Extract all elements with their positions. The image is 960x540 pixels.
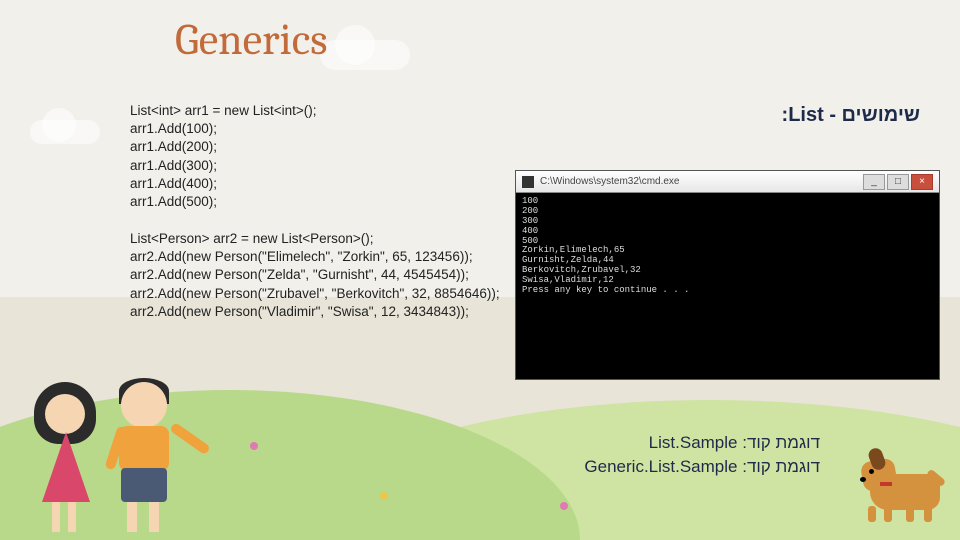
sample-line-1: דוגמת קוד: List.Sample [584, 431, 820, 456]
sample-2-name: Generic.List.Sample [584, 457, 737, 476]
sample-1-name: List.Sample [649, 433, 738, 452]
usages-heading: שימושים - List: [782, 104, 920, 127]
cloud-decoration [30, 120, 100, 144]
console-output: 100 200 300 400 500 Zorkin,Elimelech,65 … [516, 193, 939, 300]
slide: Generics List<int> arr1 = new List<int>(… [0, 0, 960, 540]
console-icon [522, 176, 534, 188]
cloud-decoration [320, 40, 410, 70]
code-block-person-list: List<Person> arr2 = new List<Person>(); … [130, 230, 500, 321]
girl-character [30, 382, 100, 532]
console-title: C:\Windows\system32\cmd.exe [540, 176, 680, 187]
flower-decoration [250, 442, 258, 450]
sample-2-label-he: דוגמת קוד: [742, 457, 820, 476]
dog-illustration [838, 432, 948, 522]
slide-title: Generics [175, 14, 327, 65]
minimize-button[interactable]: _ [863, 174, 885, 190]
sample-links: דוגמת קוד: List.Sample דוגמת קוד: Generi… [584, 431, 820, 480]
flower-decoration [380, 492, 388, 500]
maximize-button[interactable]: □ [887, 174, 909, 190]
boy-character [105, 372, 185, 532]
flower-decoration [560, 502, 568, 510]
console-window: C:\Windows\system32\cmd.exe _ □ × 100 20… [515, 170, 940, 380]
console-titlebar: C:\Windows\system32\cmd.exe _ □ × [516, 171, 939, 193]
sample-1-label-he: דוגמת קוד: [742, 433, 820, 452]
code-block-int-list: List<int> arr1 = new List<int>(); arr1.A… [130, 102, 316, 211]
kids-illustration [30, 342, 190, 532]
close-button[interactable]: × [911, 174, 933, 190]
sample-line-2: דוגמת קוד: Generic.List.Sample [584, 455, 820, 480]
